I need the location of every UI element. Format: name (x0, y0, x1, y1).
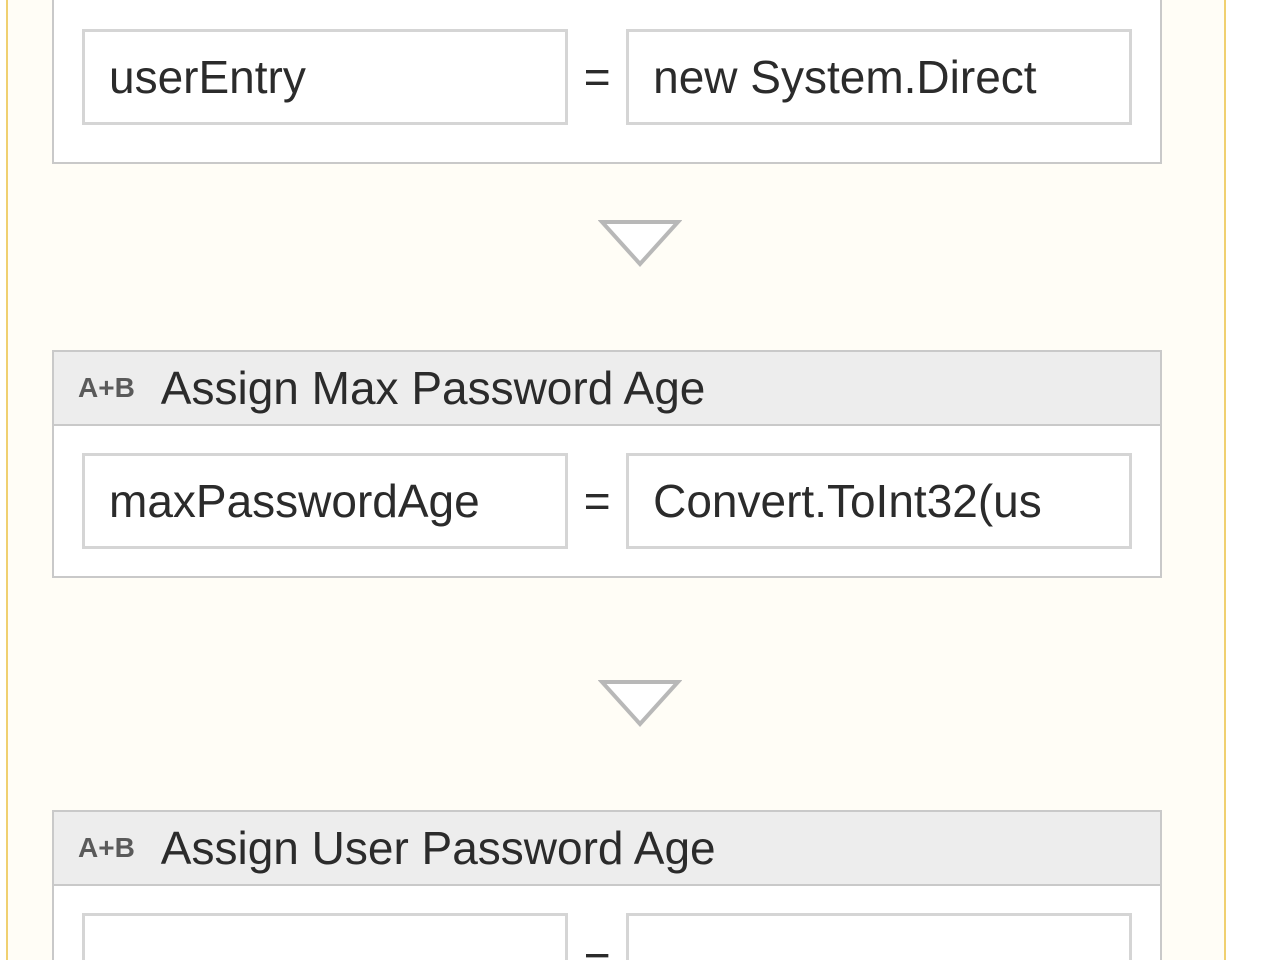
assign-activity-2[interactable]: A+B Assign Max Password Age maxPasswordA… (52, 350, 1162, 578)
activity-header[interactable]: A+B Assign Max Password Age (54, 352, 1160, 426)
assign-body: maxPasswordAge = Convert.ToInt32(us (54, 426, 1160, 576)
assign-to-field[interactable]: maxPasswordAge (82, 453, 568, 549)
activity-title: Assign Max Password Age (161, 361, 706, 415)
assign-activity-1[interactable]: userEntry = new System.Direct (52, 0, 1162, 164)
assign-icon: A+B (78, 832, 135, 864)
assign-body: = (54, 886, 1160, 960)
flow-connector[interactable] (598, 218, 682, 270)
activity-header[interactable]: A+B Assign User Password Age (54, 812, 1160, 886)
equals-label: = (582, 50, 612, 104)
activity-title: Assign User Password Age (161, 821, 716, 875)
assign-icon: A+B (78, 372, 135, 404)
assign-activity-3[interactable]: A+B Assign User Password Age = (52, 810, 1162, 960)
assign-value-field[interactable] (626, 913, 1132, 960)
assign-to-field[interactable]: userEntry (82, 29, 568, 125)
assign-value-field[interactable]: Convert.ToInt32(us (626, 453, 1132, 549)
equals-label: = (582, 474, 612, 528)
assign-to-field[interactable] (82, 913, 568, 960)
equals-label: = (582, 934, 612, 960)
assign-value-field[interactable]: new System.Direct (626, 29, 1132, 125)
flow-connector[interactable] (598, 678, 682, 730)
assign-body: userEntry = new System.Direct (54, 0, 1160, 162)
